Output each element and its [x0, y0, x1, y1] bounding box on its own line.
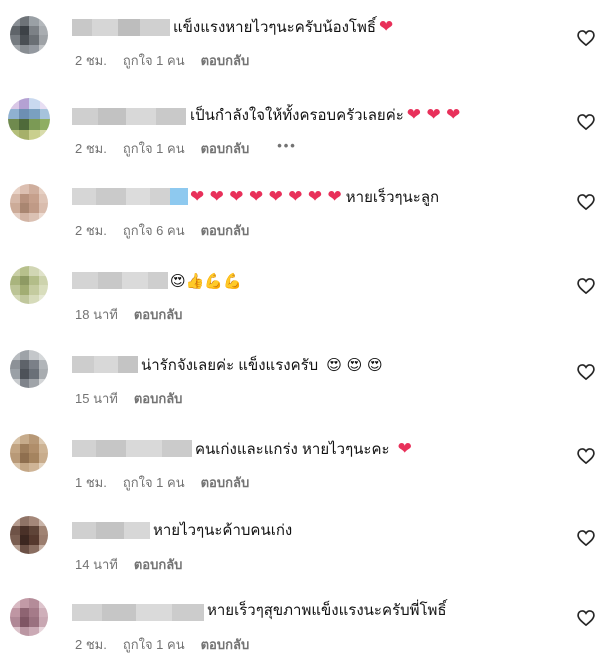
heart-outline-icon[interactable] [576, 362, 596, 382]
comment-text: แข็งแรงหายไวๆนะครับน้องโพธิ์ ❤ [173, 17, 394, 37]
comment-meta: 2 ชม. ถูกใจ 1 คน ตอบกลับ [75, 50, 249, 71]
avatar[interactable] [10, 516, 48, 554]
avatar[interactable] [10, 598, 48, 636]
reply-button[interactable]: ตอบกลับ [201, 472, 250, 493]
username-redacted[interactable] [72, 19, 170, 36]
comment-time: 18 นาที [75, 307, 118, 322]
comment-text: 😍👍💪💪 [170, 268, 242, 295]
reply-button[interactable]: ตอบกลับ [201, 50, 250, 71]
comment-meta: 2 ชม. ถูกใจ 1 คน ตอบกลับ ••• [75, 138, 297, 159]
avatar[interactable] [8, 98, 50, 140]
reaction-emojis: 😍 😍 😍 [326, 356, 383, 374]
comment-4: 😍👍💪💪 18 นาที ตอบกลับ [0, 252, 600, 334]
comment-1: แข็งแรงหายไวๆนะครับน้องโพธิ์ ❤ 2 ชม. ถูกใ… [0, 2, 600, 84]
comment-text: น่ารักจังเลยค่ะ แข็งแรงครับ 😍 😍 😍 [141, 356, 383, 374]
comment-text: เป็นกำลังใจให้ทั้งครอบครัวเลยค่ะ ❤ ❤ ❤ [190, 105, 461, 125]
avatar[interactable] [10, 266, 48, 304]
avatar[interactable] [10, 434, 48, 472]
reply-button[interactable]: ตอบกลับ [201, 220, 250, 241]
like-count[interactable]: ถูกใจ 6 คน [123, 220, 185, 241]
comment-2: เป็นกำลังใจให้ทั้งครอบครัวเลยค่ะ ❤ ❤ ❤ 2 … [0, 86, 600, 168]
comment-time: 2 ชม. [75, 53, 107, 68]
comment-meta: 1 ชม. ถูกใจ 1 คน ตอบกลับ [75, 472, 249, 493]
more-options-icon[interactable]: ••• [277, 138, 297, 159]
comment-text: หายไวๆนะค้าบคนเก่ง [153, 522, 293, 539]
comment-time: 15 นาที [75, 391, 118, 406]
reply-button[interactable]: ตอบกลับ [134, 304, 183, 325]
reply-button[interactable]: ตอบกลับ [134, 388, 183, 409]
comment-meta: 15 นาที ตอบกลับ [75, 388, 182, 409]
comment-time: 14 นาที [75, 557, 118, 572]
heart-outline-icon[interactable] [576, 528, 596, 548]
comment-text: คนเก่งและแกร่ง หายไวๆนะคะ ❤ [195, 439, 412, 459]
comment-meta: 18 นาที ตอบกลับ [75, 304, 182, 325]
reply-button[interactable]: ตอบกลับ [201, 138, 250, 159]
comment-5: น่ารักจังเลยค่ะ แข็งแรงครับ 😍 😍 😍 15 นาที… [0, 336, 600, 418]
like-count[interactable]: ถูกใจ 1 คน [123, 472, 185, 493]
comment-time: 2 ชม. [75, 141, 107, 156]
username-redacted[interactable] [72, 108, 186, 125]
like-count[interactable]: ถูกใจ 1 คน [123, 634, 185, 655]
username-redacted[interactable] [72, 440, 192, 457]
comment-meta: 2 ชม. ถูกใจ 1 คน ตอบกลับ [75, 634, 249, 655]
avatar[interactable] [10, 16, 48, 54]
comment-time: 2 ชม. [75, 223, 107, 238]
heart-emoji: ❤ ❤ ❤ ❤ ❤ ❤ ❤ ❤ [190, 187, 342, 207]
reply-button[interactable]: ตอบกลับ [134, 554, 183, 575]
heart-emoji: ❤ [397, 439, 412, 459]
comment-6: คนเก่งและแกร่ง หายไวๆนะคะ ❤ 1 ชม. ถูกใจ 1… [0, 420, 600, 502]
comment-meta: 2 ชม. ถูกใจ 6 คน ตอบกลับ [75, 220, 249, 241]
comment-text: ❤ ❤ ❤ ❤ ❤ ❤ ❤ ❤ หายเร็วๆนะลูก [190, 187, 440, 207]
heart-outline-icon[interactable] [576, 192, 596, 212]
reaction-emojis: 😍👍💪💪 [170, 272, 242, 290]
comment-7: หายไวๆนะค้าบคนเก่ง 14 นาที ตอบกลับ [0, 502, 600, 584]
comment-time: 2 ชม. [75, 637, 107, 652]
heart-outline-icon[interactable] [576, 112, 596, 132]
heart-emoji: ❤ [379, 17, 394, 37]
comment-time: 1 ชม. [75, 475, 107, 490]
heart-outline-icon[interactable] [576, 446, 596, 466]
username-redacted[interactable] [72, 356, 138, 373]
heart-outline-icon[interactable] [576, 608, 596, 628]
heart-outline-icon[interactable] [576, 276, 596, 296]
comment-text: หายเร็วๆสุขภาพแข็งแรงนะครับพี่โพธิ์ [207, 602, 447, 619]
avatar[interactable] [10, 184, 48, 222]
comment-8: หายเร็วๆสุขภาพแข็งแรงนะครับพี่โพธิ์ 2 ชม… [0, 584, 600, 666]
comment-3: ❤ ❤ ❤ ❤ ❤ ❤ ❤ ❤ หายเร็วๆนะลูก 2 ชม. ถูกใจ… [0, 168, 600, 250]
like-count[interactable]: ถูกใจ 1 คน [123, 138, 185, 159]
reply-button[interactable]: ตอบกลับ [201, 634, 250, 655]
heart-outline-icon[interactable] [576, 28, 596, 48]
username-redacted[interactable] [72, 272, 168, 289]
like-count[interactable]: ถูกใจ 1 คน [123, 50, 185, 71]
comment-meta: 14 นาที ตอบกลับ [75, 554, 182, 575]
heart-emoji: ❤ ❤ ❤ [406, 105, 461, 125]
avatar[interactable] [10, 350, 48, 388]
username-redacted[interactable] [72, 604, 204, 621]
username-redacted[interactable] [72, 522, 150, 539]
username-redacted[interactable] [72, 188, 188, 205]
